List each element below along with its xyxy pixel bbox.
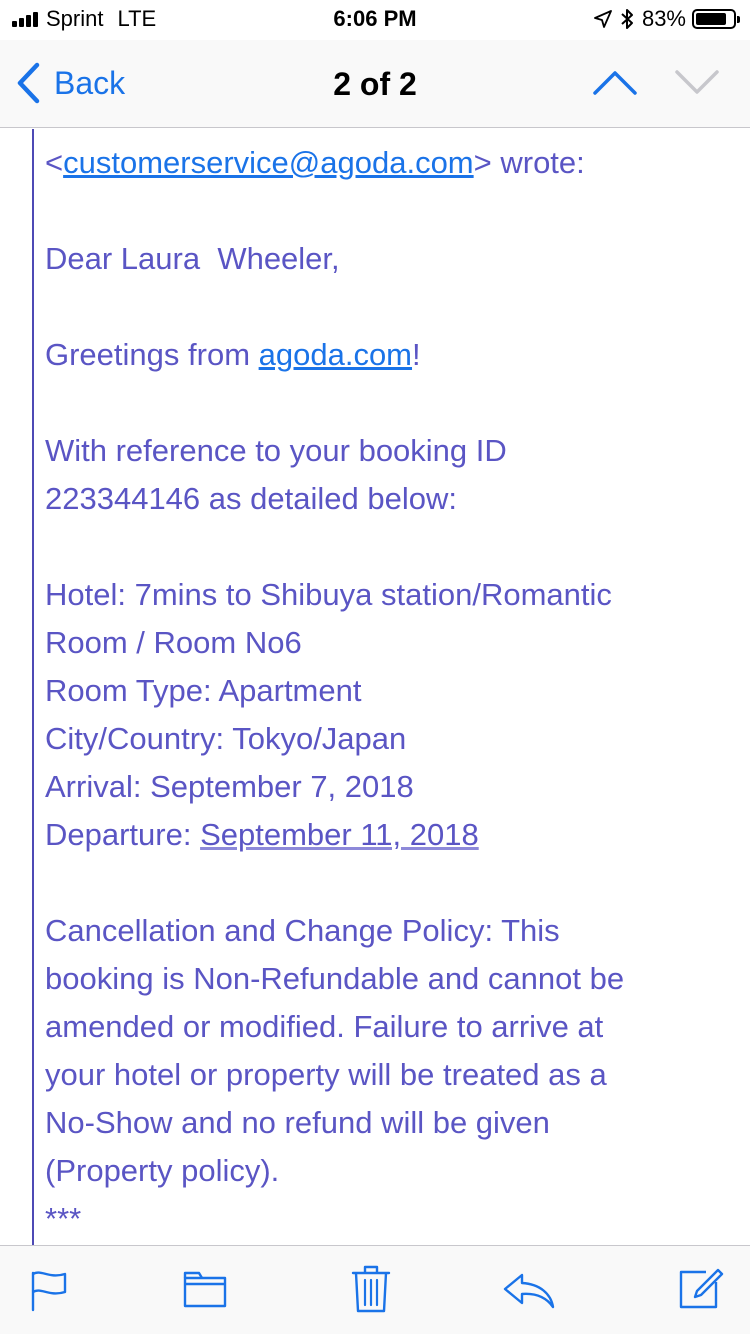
quote-bar <box>32 129 34 1245</box>
bottom-toolbar <box>0 1245 750 1334</box>
sender-email-link[interactable]: customerservice@agoda.com <box>63 145 474 180</box>
navigation-bar: Back 2 of 2 <box>0 40 750 128</box>
reference-line-1: With reference to your booking ID <box>45 433 507 468</box>
location-arrow-icon <box>594 10 612 28</box>
hotel-line-1: Hotel: 7mins to Shibuya station/Romantic <box>45 577 612 612</box>
sender-suffix: > wrote: <box>473 145 585 180</box>
departure-label: Departure: <box>45 817 201 852</box>
sender-line: <customerservice@agoda.com> wrote: <box>45 139 725 187</box>
chevron-up-icon[interactable] <box>592 68 638 96</box>
policy-line-1: Cancellation and Change Policy: This <box>45 913 560 948</box>
greeting: Dear Laura Wheeler, <box>45 241 340 276</box>
battery-level <box>696 13 726 25</box>
policy-line-5: No-Show and no refund will be given <box>45 1105 550 1140</box>
departure-line: Departure: September 11, 2018 <box>45 811 725 859</box>
agoda-link[interactable]: agoda.com <box>259 337 412 372</box>
room-type: Room Type: Apartment <box>45 673 362 708</box>
trash-icon[interactable] <box>351 1264 391 1314</box>
reference-line-2: 223344146 as detailed below: <box>45 481 457 516</box>
email-content[interactable]: <customerservice@agoda.com> wrote: Dear … <box>0 129 750 1245</box>
chevron-down-icon <box>675 70 719 94</box>
status-right: 83% <box>594 6 740 32</box>
policy-line-2: booking is Non-Refundable and cannot be <box>45 961 625 996</box>
policy-line-4: your hotel or property will be treated a… <box>45 1057 607 1092</box>
arrival: Arrival: September 7, 2018 <box>45 769 414 804</box>
hotel-line-2: Room / Room No6 <box>45 625 302 660</box>
departure-date-link[interactable]: September 11, 2018 <box>200 817 479 852</box>
greetings-suffix: ! <box>412 337 421 372</box>
city-country: City/Country: Tokyo/Japan <box>45 721 407 756</box>
folder-icon[interactable] <box>183 1268 227 1310</box>
flag-icon[interactable] <box>30 1268 68 1312</box>
reply-icon[interactable] <box>502 1272 556 1310</box>
battery-icon <box>692 9 740 29</box>
greetings-line: Greetings from agoda.com! <box>45 331 725 379</box>
policy-line-3: amended or modified. Failure to arrive a… <box>45 1009 604 1044</box>
greetings-prefix: Greetings from <box>45 337 259 372</box>
battery-percent: 83% <box>641 6 686 31</box>
status-bar: Sprint LTE 6:06 PM 83% <box>0 0 750 40</box>
sender-prefix: < <box>45 145 64 180</box>
policy-line-6: (Property policy). <box>45 1153 280 1188</box>
battery-tip <box>737 16 740 23</box>
separator: *** <box>45 1201 82 1236</box>
bluetooth-icon <box>621 9 633 29</box>
compose-icon[interactable] <box>678 1264 724 1310</box>
email-body: <customerservice@agoda.com> wrote: Dear … <box>45 139 725 1243</box>
